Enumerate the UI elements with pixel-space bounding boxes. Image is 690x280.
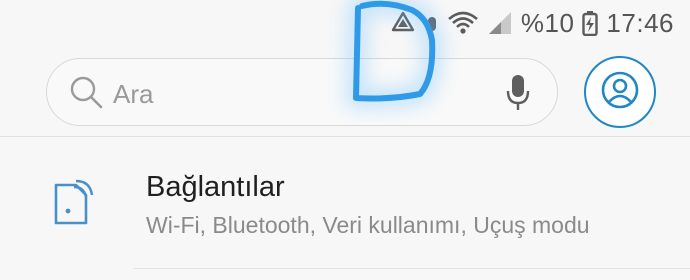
signal-icon (487, 10, 513, 36)
recycle-icon (389, 10, 417, 36)
battery-percent: %10 (520, 7, 575, 38)
settings-item-title: Bağlantılar (146, 171, 285, 203)
clock: 17:46 (606, 7, 674, 38)
connections-icon (50, 179, 94, 234)
divider (134, 268, 690, 269)
search-row: Ara (46, 56, 656, 128)
profile-icon (600, 70, 640, 115)
battery-charging-icon (582, 10, 599, 36)
search-icon (69, 75, 105, 116)
settings-item-connections[interactable]: Bağlantılar Wi-Fi, Bluetooth, Veri kulla… (0, 137, 690, 268)
settings-screen: %10 17:46 Ara Bağlantılar Wi-Fi, Bluetoo… (0, 0, 690, 280)
search-placeholder: Ara (113, 79, 154, 109)
search-input[interactable]: Ara (46, 58, 558, 126)
microphone-icon[interactable] (505, 73, 531, 118)
wifi-icon (447, 10, 479, 36)
settings-item-subtitle: Wi-Fi, Bluetooth, Veri kullanımı, Uçuş m… (146, 212, 590, 238)
profile-button[interactable] (584, 56, 656, 128)
alarm-icon (425, 11, 439, 35)
status-bar: %10 17:46 (0, 0, 690, 46)
